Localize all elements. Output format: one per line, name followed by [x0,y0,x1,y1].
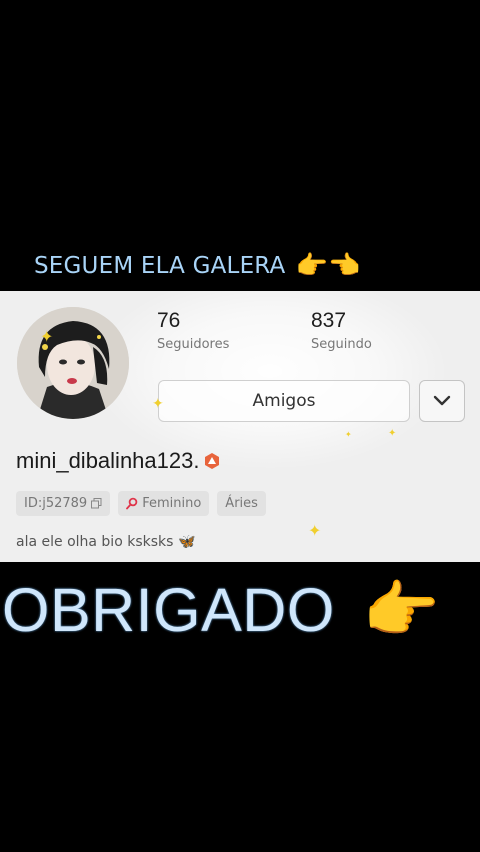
copy-icon [91,498,102,509]
following-stat[interactable]: 837 Seguindo [311,309,372,352]
followers-stat[interactable]: 76 Seguidores [157,309,229,352]
level-badge-icon [205,453,220,469]
sparkle-icon: ✦ [345,430,352,439]
sparkle-icon: ✦ [388,428,397,439]
avatar-illustration [17,307,129,419]
friends-button-label: Amigos [252,391,316,411]
followers-count: 76 [157,309,181,332]
pointing-hand-emoji: 👉 [362,573,440,646]
username-text: mini_dibalinha123. [16,448,200,473]
username: mini_dibalinha123. [16,448,221,474]
chevron-down-icon [433,395,451,406]
followers-label: Seguidores [157,337,230,352]
following-count: 837 [311,309,347,332]
gender-tag-text: Feminino [142,496,202,511]
zodiac-tag: Áries [217,491,266,516]
more-options-button[interactable] [419,380,465,422]
profile-tags: ID:j52789 Feminino Áries [16,491,266,516]
sparkle-icon: ✦ [308,521,322,540]
id-tag[interactable]: ID:j52789 [16,491,111,516]
pointing-hands-emoji: 👉👈 [295,251,361,281]
top-caption: SEGUEM ELA GALERA 👉👈 [34,251,361,281]
sparkle-icon: ✦ [152,396,164,412]
butterfly-emoji: 🦋 [178,534,196,550]
bottom-caption-text: OBRIGADO [2,576,335,644]
friends-button[interactable]: Amigos [158,380,410,422]
bio-text: ala ele olha bio ksksks [16,534,174,550]
sparkle-icon: ✦ [40,327,54,346]
bio: ala ele olha bio ksksks 🦋 [16,534,196,550]
following-label: Seguindo [311,337,372,352]
top-caption-text: SEGUEM ELA GALERA [34,253,286,279]
zodiac-tag-text: Áries [225,496,258,511]
profile-card: 76 Seguidores 837 Seguindo Amigos mini_d… [0,291,480,562]
id-tag-text: ID:j52789 [24,496,88,511]
female-symbol-icon [126,497,138,510]
bottom-caption: OBRIGADO 👉 [2,572,440,648]
gender-tag: Feminino [118,491,210,516]
avatar[interactable] [17,307,129,419]
